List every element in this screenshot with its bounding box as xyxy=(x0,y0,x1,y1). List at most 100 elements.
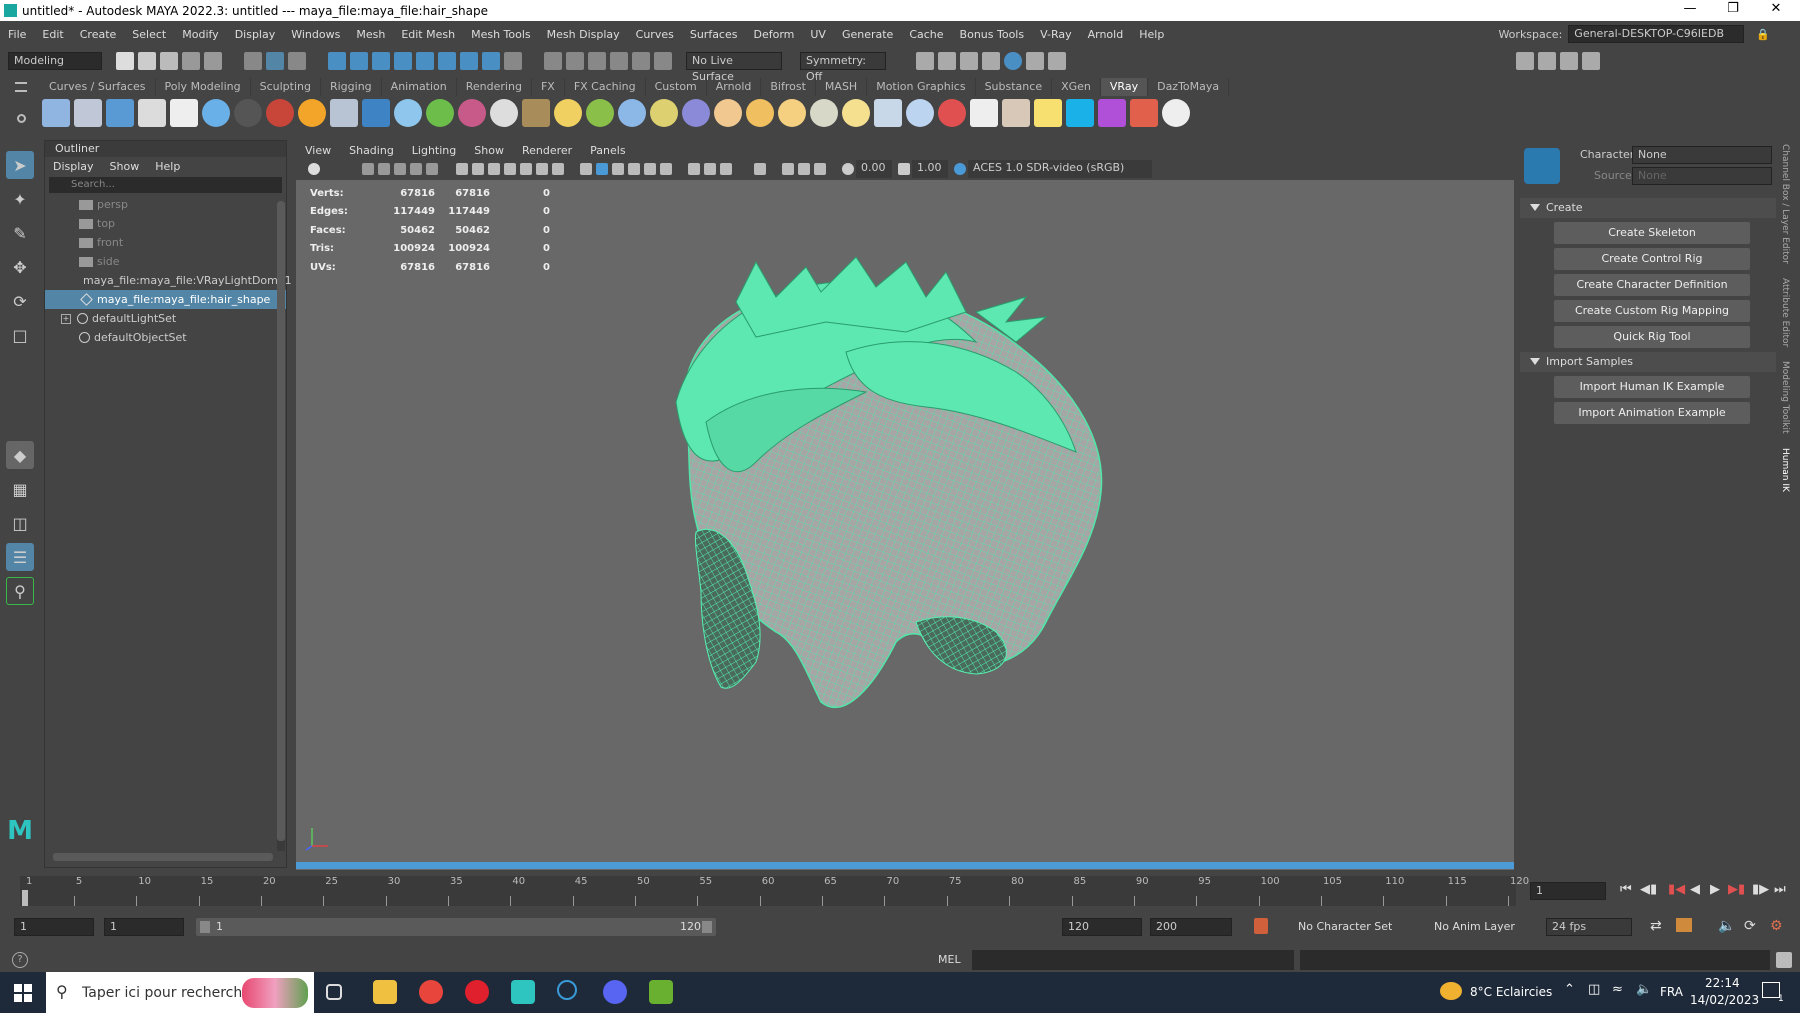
vray-scene-icon[interactable] xyxy=(458,99,486,127)
paint-select-icon[interactable]: ✎ xyxy=(6,219,34,247)
create-custom-rig-mapping-button[interactable]: Create Custom Rig Mapping xyxy=(1554,300,1750,322)
vray-grid-sphere-icon[interactable] xyxy=(554,99,582,127)
toggle-ui-icon[interactable] xyxy=(1538,51,1556,70)
go-to-start-icon[interactable]: ⏮ xyxy=(1620,882,1632,897)
make-live-icon[interactable] xyxy=(504,51,522,70)
import-human-ik-example-button[interactable]: Import Human IK Example xyxy=(1554,376,1750,398)
render-view-icon[interactable] xyxy=(916,51,934,70)
green-app-icon[interactable] xyxy=(649,980,673,1004)
outliner-item-side[interactable]: side xyxy=(45,252,286,271)
shelf-tab-mash[interactable]: MASH xyxy=(816,78,868,96)
vray-fur-icon[interactable] xyxy=(426,99,454,127)
redo-icon[interactable] xyxy=(204,51,222,70)
symmetry-dropdown[interactable]: Symmetry: Off xyxy=(800,51,886,83)
file-explorer-icon[interactable] xyxy=(373,980,397,1004)
auto-key-icon[interactable] xyxy=(1254,918,1268,934)
opera-icon[interactable] xyxy=(465,980,489,1004)
snap-point-icon[interactable] xyxy=(372,51,390,70)
menu-bonus-tools[interactable]: Bonus Tools xyxy=(952,28,1033,41)
scale-tool-icon[interactable]: □ xyxy=(6,321,34,349)
vray-vfb-icon[interactable] xyxy=(106,99,134,127)
chrome-icon[interactable] xyxy=(419,980,443,1004)
menu-edit[interactable]: Edit xyxy=(34,28,71,41)
viewport-menu-view[interactable]: View xyxy=(296,144,340,157)
vray-ies-light-icon[interactable] xyxy=(810,99,838,127)
attribute-editor-icon[interactable] xyxy=(1582,51,1600,70)
motion-blur-icon[interactable] xyxy=(704,163,716,175)
outliner-item-default-object-set[interactable]: defaultObjectSet xyxy=(45,328,286,347)
vray-frame-buffer-icon[interactable] xyxy=(74,99,102,127)
viewport-menu-shading[interactable]: Shading xyxy=(340,144,403,157)
vray-omni-light-icon[interactable] xyxy=(778,99,806,127)
select-hierarchy-icon[interactable] xyxy=(244,51,262,70)
two-view-icon[interactable]: ◫ xyxy=(6,509,34,537)
grid-icon[interactable] xyxy=(456,163,468,175)
time-slider[interactable]: 1 5 10 15 20 25 30 35 40 45 50 55 60 65 70 75 80 85 90 95 10… xyxy=(0,876,1800,906)
vray-texture-icon[interactable] xyxy=(522,99,550,127)
select-tool-icon[interactable]: ➤ xyxy=(6,151,34,179)
menu-mesh-tools[interactable]: Mesh Tools xyxy=(463,28,539,41)
save-scene-icon[interactable] xyxy=(160,51,178,70)
vray-light-bulb-icon[interactable] xyxy=(1034,99,1062,127)
minimize-icon[interactable]: — xyxy=(1667,1,1713,16)
viewport-menu-show[interactable]: Show xyxy=(465,144,513,157)
pause-icon[interactable] xyxy=(1048,51,1066,70)
workspace-dropdown[interactable]: General-DESKTOP-C96IEDB xyxy=(1568,25,1745,43)
film-gate-icon[interactable] xyxy=(472,163,484,175)
step-forward-frame-icon[interactable]: ▶▮ xyxy=(1728,882,1745,897)
shelf-menu-icon[interactable] xyxy=(15,82,27,92)
menu-modify[interactable]: Modify xyxy=(174,28,226,41)
shelf-tab-animation[interactable]: Animation xyxy=(382,78,457,96)
shelf-tab-fx-caching[interactable]: FX Caching xyxy=(565,78,646,96)
smooth-shade-icon[interactable] xyxy=(596,163,608,175)
xray-icon[interactable] xyxy=(782,163,794,175)
live-surface-field[interactable]: No Live Surface xyxy=(686,51,782,83)
output-ops-icon[interactable] xyxy=(588,51,606,70)
anim-prefs-icon[interactable]: ⚙ xyxy=(1770,918,1783,934)
shelf-tab-xgen[interactable]: XGen xyxy=(1052,78,1101,96)
wifi-icon[interactable]: ≈ xyxy=(1612,982,1623,997)
menu-help[interactable]: Help xyxy=(1131,28,1172,41)
render-setup-icon[interactable] xyxy=(1004,51,1022,70)
mel-label[interactable]: MEL xyxy=(938,953,961,966)
outliner-menu-display[interactable]: Display xyxy=(45,160,102,173)
current-frame-field[interactable]: 1 xyxy=(1530,882,1606,900)
snap-curve-icon[interactable] xyxy=(350,51,368,70)
weather-text[interactable]: 8°C Eclaircies xyxy=(1470,985,1552,999)
sound-icon[interactable]: 🔈 xyxy=(1718,918,1735,934)
light-editor-icon[interactable] xyxy=(1026,51,1044,70)
menu-vray[interactable]: V-Ray xyxy=(1032,28,1080,41)
vray-sphere-icon[interactable] xyxy=(202,99,230,127)
import-samples-section-header[interactable]: Import Samples xyxy=(1520,352,1776,372)
isolate-select-icon[interactable] xyxy=(754,163,766,175)
c-app-icon[interactable] xyxy=(557,980,577,1000)
color-space-dropdown[interactable]: ACES 1.0 SDR-video (sRGB) xyxy=(968,160,1152,178)
camera-attr-icon[interactable] xyxy=(362,163,374,175)
shelf-tab-custom[interactable]: Custom xyxy=(646,78,707,96)
vray-plane-icon[interactable] xyxy=(330,99,358,127)
menu-display[interactable]: Display xyxy=(227,28,284,41)
clock-date[interactable]: 14/02/2023 xyxy=(1690,993,1759,1007)
quick-rig-tool-button[interactable]: Quick Rig Tool xyxy=(1554,326,1750,348)
taskbar-search-input[interactable]: ⚲ Taper ici pour rechercher xyxy=(46,972,314,1013)
shelf-tab-poly-modeling[interactable]: Poly Modeling xyxy=(156,78,251,96)
vray-drop-icon[interactable] xyxy=(394,99,422,127)
tab-attribute-editor[interactable]: Attribute Editor xyxy=(1780,278,1790,347)
vray-curve-icon[interactable] xyxy=(650,99,678,127)
image-plane-icon[interactable] xyxy=(394,163,406,175)
vray-grass-icon[interactable] xyxy=(586,99,614,127)
command-input[interactable] xyxy=(972,950,1294,970)
time-ruler[interactable]: 1 5 10 15 20 25 30 35 40 45 50 55 60 65 70 75 80 85 90 95 10… xyxy=(20,876,1529,906)
close-icon[interactable]: ✕ xyxy=(1753,1,1799,16)
end-time-field[interactable]: 200 xyxy=(1150,918,1232,936)
range-slider-start-handle[interactable] xyxy=(200,921,210,933)
vray-checker-icon[interactable] xyxy=(970,99,998,127)
network-icon[interactable]: ◫ xyxy=(1588,982,1600,997)
shelf-tab-bifrost[interactable]: Bifrost xyxy=(761,78,816,96)
outliner-item-dome-light[interactable]: maya_file:maya_file:VRayLightDome1 xyxy=(45,271,292,290)
go-to-end-icon[interactable]: ⏭ xyxy=(1774,882,1786,897)
channel-box-icon[interactable] xyxy=(1560,51,1578,70)
outliner-search-input[interactable]: Search... xyxy=(49,177,282,193)
vray-render-view-icon[interactable] xyxy=(1002,99,1030,127)
single-view-icon[interactable]: ◆ xyxy=(6,441,34,469)
